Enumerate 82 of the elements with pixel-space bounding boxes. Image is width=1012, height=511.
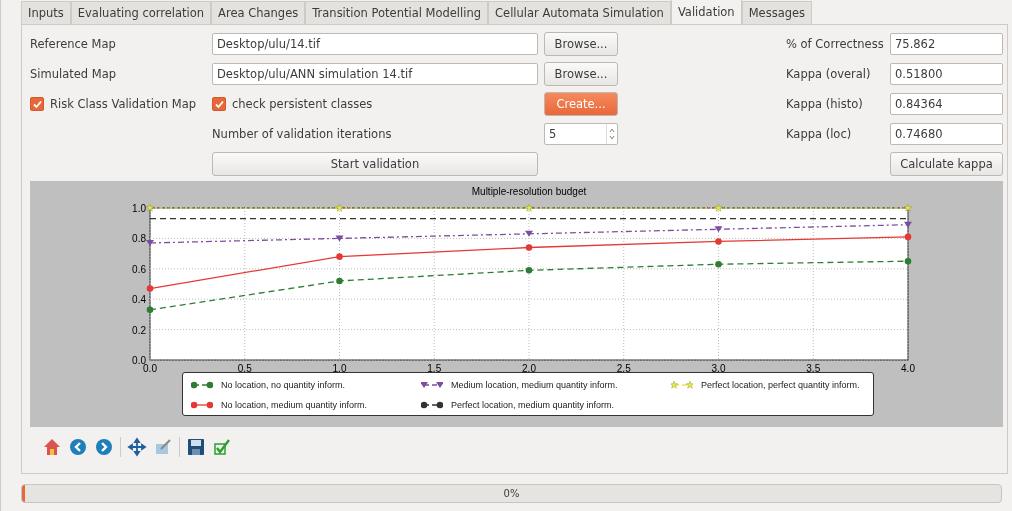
field-label: Simulated Map: [30, 67, 118, 81]
point: [715, 260, 722, 268]
tab[interactable]: Transition Potential Modelling: [305, 1, 489, 24]
legend-swatch: [191, 381, 213, 389]
point: [146, 203, 154, 212]
y-tick-label: 0.4: [132, 294, 146, 306]
point: [146, 239, 154, 246]
legend-swatch: [421, 401, 443, 409]
x-tick-label: 3.0: [711, 363, 726, 374]
x-tick-label: 2.0: [522, 363, 536, 374]
browse-button[interactable]: Browse...: [544, 62, 618, 86]
checkbox-label: check persistent classes: [232, 97, 373, 111]
y-tick-label: 0.6: [132, 263, 146, 275]
x-tick-label: 3.5: [806, 363, 821, 374]
point: [904, 233, 912, 241]
point: [715, 238, 722, 245]
field-label: Kappa (overal): [786, 67, 872, 81]
checkbox[interactable]: [212, 97, 226, 111]
x-tick-label: 0.5: [237, 363, 252, 374]
chart-title: Multiple-resolution budget: [471, 186, 587, 197]
point: [525, 267, 533, 274]
pan-icon[interactable]: [127, 437, 147, 457]
point: [146, 306, 154, 314]
y-tick-label: 0.0: [132, 355, 146, 366]
browse-button[interactable]: Browse...: [544, 32, 618, 56]
x-tick-label: 0.0: [143, 363, 157, 374]
legend-label: Perfect location, medium quantity inform.: [451, 400, 615, 410]
point: [714, 226, 723, 233]
point: [335, 235, 344, 242]
y-tick-label: 0.2: [132, 324, 146, 336]
legend-label: No location, medium quantity inform.: [221, 400, 368, 410]
back-icon[interactable]: [68, 437, 88, 457]
legend-swatch: [191, 401, 213, 409]
tab[interactable]: Messages: [741, 1, 813, 24]
home-icon[interactable]: [42, 437, 62, 457]
zoom-icon[interactable]: [153, 437, 173, 457]
checkbox[interactable]: [30, 97, 44, 111]
point: [336, 253, 343, 260]
legend-label: Medium location, medium quantity inform.: [451, 380, 618, 390]
spin-box[interactable]: 5: [544, 123, 618, 145]
legend-swatch: [421, 381, 443, 389]
field-label: Reference Map: [30, 37, 117, 51]
tab[interactable]: Area Changes: [211, 1, 306, 24]
field-label: Kappa (histo): [786, 97, 864, 111]
point: [904, 203, 912, 212]
point: [904, 257, 912, 265]
x-tick-label: 1.0: [332, 363, 347, 374]
tab[interactable]: Evaluating correlation: [70, 1, 212, 24]
point: [336, 277, 343, 285]
tab[interactable]: Cellular Automata Simulation: [488, 1, 671, 24]
input-field[interactable]: Desktop/ulu/ANN simulation 14.tif: [212, 63, 538, 85]
field-label: Kappa (loc): [786, 127, 853, 141]
checkbox-label: Risk Class Validation Map: [50, 97, 197, 111]
point: [525, 244, 533, 251]
tab[interactable]: Inputs: [21, 1, 71, 24]
point: [146, 285, 154, 292]
input-field[interactable]: 0.74680: [890, 123, 1003, 145]
legend-label: Perfect location, perfect quantity inform.: [701, 380, 860, 390]
save-icon[interactable]: [186, 437, 206, 457]
tab[interactable]: Validation: [670, 0, 742, 24]
input-field[interactable]: 0.51800: [890, 63, 1003, 85]
input-field[interactable]: Desktop/ulu/14.tif: [212, 33, 538, 55]
y-tick-label: 0.8: [132, 233, 146, 245]
point: [714, 203, 723, 212]
legend-swatch: [671, 381, 693, 389]
check-icon[interactable]: [212, 437, 232, 457]
field-label: Number of validation iterations: [212, 127, 393, 141]
start-validation-button[interactable]: Start validation: [212, 152, 538, 176]
calculate-kappa-button[interactable]: Calculate kappa: [890, 152, 1003, 176]
point: [525, 203, 533, 212]
x-tick-label: 4.0: [901, 363, 915, 374]
point: [525, 230, 533, 237]
legend-label: No location, no quantity inform.: [221, 380, 346, 390]
x-tick-label: 2.5: [616, 363, 631, 374]
point: [335, 203, 344, 212]
input-field[interactable]: 0.84364: [890, 93, 1003, 115]
input-field[interactable]: 75.862: [890, 33, 1003, 55]
y-tick-label: 1.0: [132, 203, 146, 214]
field-label: % of Correctness: [786, 37, 885, 51]
progress-text: 0%: [503, 488, 520, 499]
x-tick-label: 1.5: [427, 363, 442, 374]
forward-icon[interactable]: [94, 437, 114, 457]
